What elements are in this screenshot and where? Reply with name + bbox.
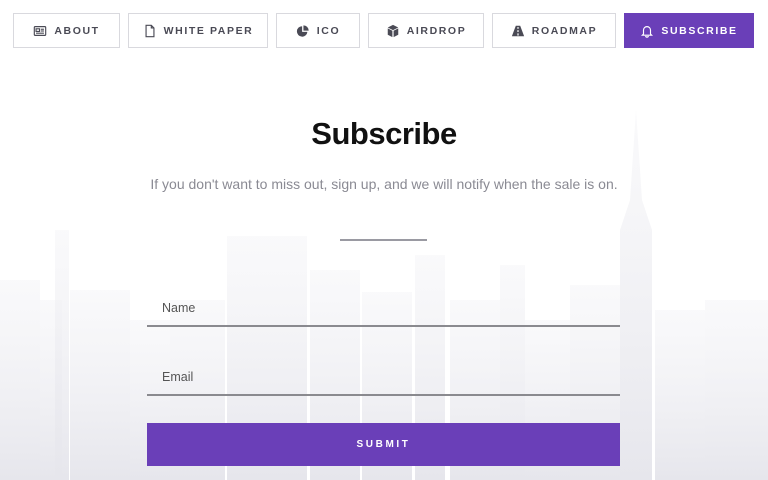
submit-button[interactable]: SUBMIT (147, 423, 620, 466)
page-title: Subscribe (311, 116, 457, 151)
email-field[interactable] (147, 360, 620, 396)
title-divider (340, 239, 427, 241)
subscribe-description: If you don't want to miss out, sign up, … (150, 176, 618, 192)
subscribe-section: Subscribe If you don't want to miss out,… (0, 0, 768, 480)
name-field[interactable] (147, 291, 620, 327)
